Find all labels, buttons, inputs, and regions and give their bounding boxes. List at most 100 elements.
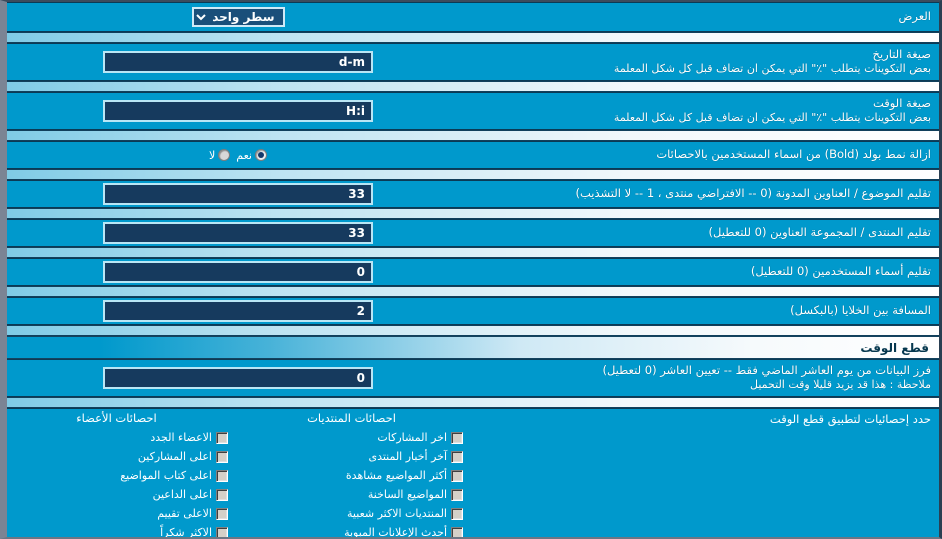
settings-row-field: نعم لا [7,145,469,166]
stats-checkbox-label: الاكثر شكراً [160,526,212,539]
row-timecut-days-label: فرز البيانات من يوم العاشر الماضي فقط --… [469,363,939,393]
settings-row-label: صيغة الوقت بعض التكوينات يتطلب "٪" التي ي… [469,96,939,126]
section-header-label: قطع الوقت [860,340,929,355]
settings-row: المسافة بين الخلايا (بالبكسل) [7,297,939,325]
settings-page: العرض سطر واحد صيغة التاريخ بعض التكوينات ي… [0,0,942,539]
stats-checkbox-row[interactable]: المنتديات الاكثر شعبية [240,504,463,523]
timecut-stats-side-label: حدد إحصائيات لتطبيق قطع الوقت [769,412,931,426]
stats-checkbox-row[interactable]: اخر المشاركات [240,428,463,447]
settings-row-label-sub: بعض التكوينات يتطلب "٪" التي يمكن ان تضا… [613,62,931,76]
stats-column-header: احصائات الأعضاء [76,411,157,425]
stats-checkbox-row[interactable]: الاعلى تقييم [7,504,228,523]
section-header-timecut: قطع الوقت [7,336,939,359]
settings-row: صيغة الوقت بعض التكوينات يتطلب "٪" التي ي… [7,92,939,130]
stats-checkbox-label: المنتديات الاكثر شعبية [347,507,447,520]
settings-row-field [7,257,469,287]
settings-text-input[interactable] [103,183,373,205]
settings-row-label-main: تقليم أسماء المستخدمين (0 للتعطيل) [750,264,931,279]
settings-row-field [7,47,469,77]
radio-option[interactable]: لا [209,148,231,162]
stats-checkbox-row[interactable]: اعلى الداعين [7,485,228,504]
settings-row: تقليم المنتدى / المجموعة العناوين (0 للت… [7,219,939,247]
settings-row-label-main: صيغة الوقت [872,95,931,110]
row-timecut-days-label-main: فرز البيانات من يوم العاشر الماضي فقط --… [602,362,931,377]
radio-option-label: لا [209,148,216,162]
settings-row-label-main: تقليم الموضوع / العناوين المدونة (0 -- ا… [575,186,931,201]
stats-checkbox-row[interactable]: اعلى كتاب المواضيع [7,466,228,485]
separator-bar [7,397,939,408]
stats-checkbox-row[interactable]: أحدث الإعلانات المبوبة [240,523,463,539]
settings-text-input[interactable] [103,100,373,122]
stats-checkbox-label: الاعلى تقييم [157,507,212,520]
separator-bar [7,325,939,336]
settings-row-field: سطر واحد [7,3,469,31]
settings-row-label-sub: بعض التكوينات يتطلب "٪" التي يمكن ان تضا… [613,111,931,125]
settings-text-input[interactable] [103,51,373,73]
stats-checkbox-label: اعلى كتاب المواضيع [120,469,212,482]
row-timecut-days-label-sub: ملاحظة : هذا قد يزيد قليلا وقت التحميل [750,378,931,392]
settings-rows: العرض سطر واحد صيغة التاريخ بعض التكوينات ي… [7,2,939,336]
settings-row-label: العرض [469,9,939,25]
stats-checkbox-label: اعلى الداعين [152,488,212,501]
stats-checkbox-row[interactable]: آخر أخبار المنتدى [240,447,463,466]
settings-row-label: تقليم المنتدى / المجموعة العناوين (0 للت… [469,225,939,241]
display-mode-select[interactable]: سطر واحد [191,7,285,27]
settings-text-input[interactable] [103,300,373,322]
stats-checkbox-label: الاعضاء الجدد [150,431,212,444]
stats-checkbox-row[interactable]: الاعضاء الجدد [7,428,228,447]
settings-row: تقليم أسماء المستخدمين (0 للتعطيل) [7,258,939,286]
stats-checkbox-label: أحدث الإعلانات المبوبة [344,526,447,539]
settings-row: تقليم الموضوع / العناوين المدونة (0 -- ا… [7,180,939,208]
settings-row-label-main: تقليم المنتدى / المجموعة العناوين (0 للت… [708,225,931,240]
radio-unselected-icon[interactable] [218,149,231,161]
checkbox-icon[interactable] [451,488,463,501]
radio-selected-icon[interactable] [255,149,267,161]
stats-checkbox-row[interactable]: الاكثر شكراً [7,523,228,539]
stats-column: احصائات الأعضاء الاعضاء الجدد اعلى المشارك… [7,411,234,539]
checkbox-icon[interactable] [216,507,228,520]
settings-row-label: ازالة نمط بولد (Bold) من اسماء المستخدمي… [469,147,939,163]
settings-row: العرض سطر واحد [7,2,939,32]
settings-row-field [7,296,469,326]
stats-checkbox-label: اعلى المشاركين [137,450,212,463]
timecut-stats-selector: حدد إحصائيات لتطبيق قطع الوقت احصائات ال… [7,408,939,537]
checkbox-icon[interactable] [216,469,228,482]
checkbox-icon[interactable] [451,450,463,463]
settings-row-field [7,179,469,209]
radio-option[interactable]: نعم [236,149,267,162]
checkbox-icon[interactable] [216,488,228,501]
row-timecut-days: فرز البيانات من يوم العاشر الماضي فقط --… [7,359,939,397]
separator-bar [7,32,939,43]
stats-checkbox-label: أكثر المواضيع مشاهدة [345,469,447,482]
settings-row-label-main: ازالة نمط بولد (Bold) من اسماء المستخدمي… [656,147,931,162]
checkbox-icon[interactable] [451,526,463,537]
settings-row-label-main: العرض [898,9,932,24]
checkbox-icon[interactable] [216,431,228,444]
stats-checkbox-label: آخر أخبار المنتدى [368,450,447,463]
stats-column-header: احصائات المنتديات [307,411,396,425]
checkbox-icon[interactable] [216,526,228,537]
bold-removal-radio-group: نعم لا [209,149,267,162]
timecut-days-input[interactable] [103,367,373,389]
settings-row-field [7,218,469,248]
settings-row-label: المسافة بين الخلايا (بالبكسل) [469,303,939,319]
stats-checkbox-label: اخر المشاركات [377,431,447,444]
settings-row: ازالة نمط بولد (Bold) من اسماء المستخدمي… [7,141,939,169]
stats-checkbox-row[interactable]: اعلى المشاركين [7,447,228,466]
settings-row-label: صيغة التاريخ بعض التكوينات يتطلب "٪" التي… [469,47,939,77]
checkbox-icon[interactable] [216,450,228,463]
settings-text-input[interactable] [103,222,373,244]
radio-option-label: نعم [236,148,252,162]
stats-checkbox-row[interactable]: المواضيع الساخنة [240,485,463,504]
separator-bar [7,130,939,141]
settings-text-input[interactable] [103,261,373,283]
checkbox-icon[interactable] [451,431,463,444]
stats-checkbox-row[interactable]: أكثر المواضيع مشاهدة [240,466,463,485]
settings-row: صيغة التاريخ بعض التكوينات يتطلب "٪" التي… [7,43,939,81]
settings-row-label-main: صيغة التاريخ [872,46,931,61]
checkbox-icon[interactable] [451,469,463,482]
checkbox-icon[interactable] [451,507,463,520]
timecut-stats-columns: احصائات المنتديات اخر المشاركات آخر أخبار … [7,411,469,539]
row-timecut-days-field [7,363,469,393]
settings-row-label-main: المسافة بين الخلايا (بالبكسل) [790,303,931,318]
